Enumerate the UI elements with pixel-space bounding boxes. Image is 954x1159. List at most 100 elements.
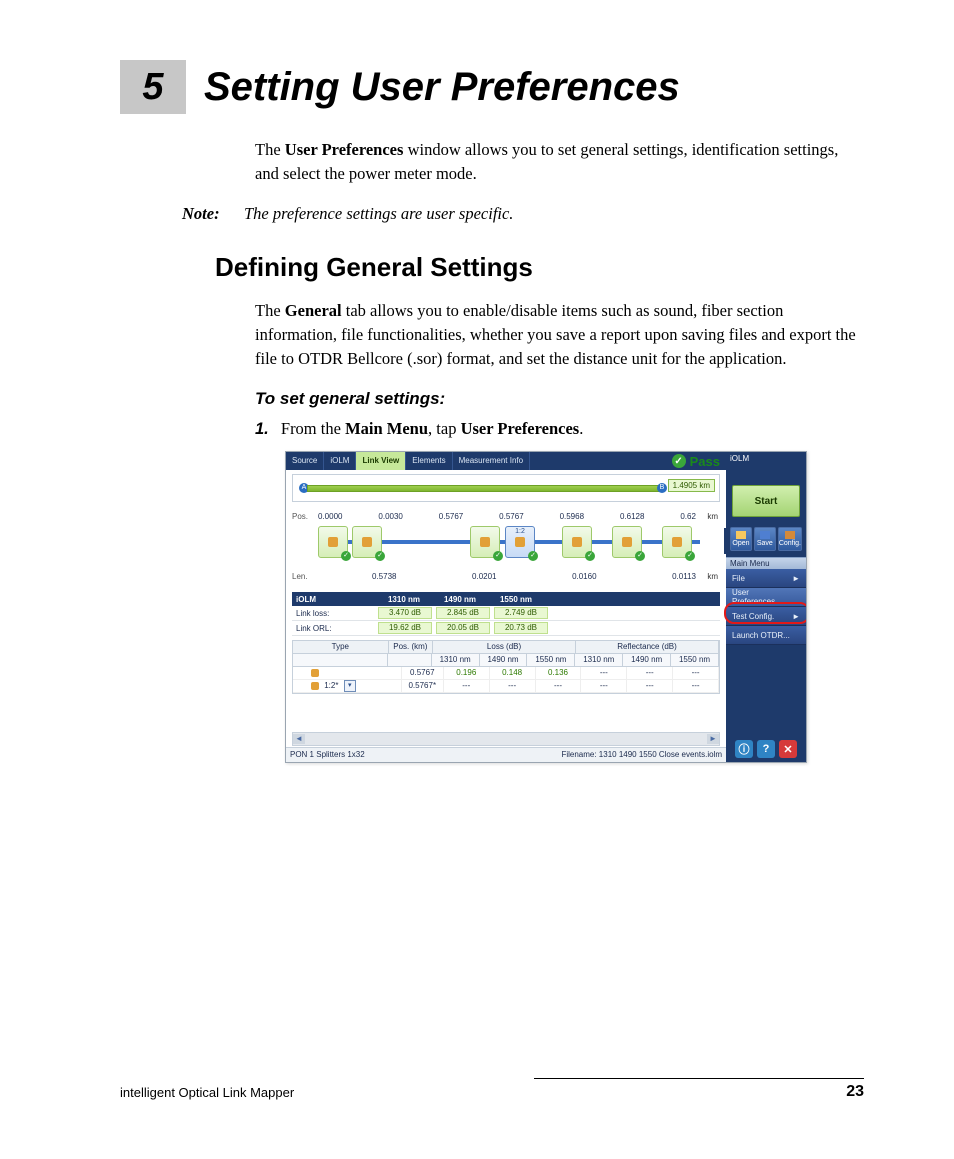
event-node[interactable]: ✓ [562, 526, 592, 558]
note-label: Note: [182, 204, 244, 224]
text: . [579, 419, 583, 438]
info-button[interactable]: ⓘ [735, 740, 753, 758]
event-node[interactable]: ✓ [352, 526, 382, 558]
cell-ref: --- [627, 680, 673, 692]
len-val: 0.0201 [472, 572, 496, 582]
save-icon [760, 531, 770, 539]
menu-file[interactable]: File ► [726, 569, 806, 588]
term-user-preferences: User Preferences [285, 140, 404, 159]
cell-loss: --- [444, 680, 490, 692]
link-orl-label: Link ORL: [292, 624, 376, 633]
col-loss: Loss (dB) [433, 641, 576, 653]
link-orl-val: 19.62 dB [378, 622, 432, 634]
menu-test-config[interactable]: Test Config. ► [726, 607, 806, 626]
cell-loss: 0.148 [490, 667, 536, 679]
wl-col: 1310 nm [575, 654, 623, 666]
procedure-heading: To set general settings: [255, 389, 864, 409]
scroll-left-button[interactable]: ◄ [293, 734, 305, 744]
pass-tick-icon: ✓ [635, 551, 645, 561]
wl-col: 1550 nm [671, 654, 719, 666]
chevron-right-icon: ► [792, 612, 800, 621]
open-button[interactable]: Open [730, 527, 752, 551]
connector-icon [328, 537, 338, 547]
wl-col: 1490 nm [623, 654, 671, 666]
tab-link-view[interactable]: Link View [356, 452, 406, 470]
horizontal-scrollbar[interactable]: ◄ ► [292, 732, 720, 746]
side-toolbar: Open Save Config. [730, 527, 802, 551]
event-node-selected[interactable]: 1:2 ✓ [505, 526, 535, 558]
tab-bar: Source iOLM Link View Elements Measureme… [286, 452, 726, 470]
text: , tap [428, 419, 461, 438]
pos-val: 0.0000 [318, 512, 342, 522]
pos-val: 0.5968 [560, 512, 584, 522]
label: Test Config. [732, 612, 774, 621]
events-table: Type Pos. (km) Loss (dB) Reflectance (dB… [292, 640, 720, 694]
menu-user-preferences[interactable]: User Preferences... [726, 588, 806, 607]
wl-col: 1550 nm [527, 654, 575, 666]
link-orl-val: 20.05 dB [436, 622, 490, 634]
events-row: Pos. Len. km km 0.0000 0.0030 0.5767 0.5… [292, 510, 720, 584]
pos-val: 0.5767 [499, 512, 523, 522]
connector-icon [362, 537, 372, 547]
menu-launch-otdr[interactable]: Launch OTDR... [726, 626, 806, 645]
len-label: Len. [292, 572, 308, 581]
label: Config. [779, 540, 801, 547]
main-menu-title: Main Menu [726, 557, 806, 569]
note-row: Note: The preference settings are user s… [182, 204, 864, 224]
cell-ref: --- [581, 680, 627, 692]
splitter-icon [515, 537, 525, 547]
pass-tick-icon: ✓ [375, 551, 385, 561]
connector-icon [480, 537, 490, 547]
term-user-preferences: User Preferences [461, 419, 580, 438]
config-icon [785, 531, 795, 539]
app-main-panel: Source iOLM Link View Elements Measureme… [286, 452, 726, 762]
tab-measurement-info[interactable]: Measurement Info [453, 452, 530, 470]
term-general: General [285, 301, 342, 320]
side-app-label: iOLM [726, 452, 806, 465]
config-button[interactable]: Config. [778, 527, 802, 551]
cell-loss: 0.196 [444, 667, 490, 679]
link-loss-val: 2.845 dB [436, 607, 490, 619]
folder-open-icon [736, 531, 746, 539]
event-node[interactable]: ✓ [662, 526, 692, 558]
splitter-icon [311, 682, 319, 690]
link-distance-badge: 1.4905 km [668, 479, 715, 492]
endpoint-b-icon: B [657, 483, 667, 493]
tab-iolm[interactable]: iOLM [324, 452, 356, 470]
help-button[interactable]: ? [757, 740, 775, 758]
link-overview-strip[interactable]: A B 1.4905 km [292, 474, 720, 502]
event-node[interactable]: ✓ [612, 526, 642, 558]
event-node[interactable]: ✓ [318, 526, 348, 558]
general-paragraph: The General tab allows you to enable/dis… [255, 299, 864, 371]
len-val: 0.5738 [372, 572, 396, 582]
tab-source[interactable]: Source [286, 452, 324, 470]
chapter-title: Setting User Preferences [204, 65, 680, 110]
tab-elements[interactable]: Elements [406, 452, 452, 470]
text: tab allows you to enable/disable items s… [255, 301, 856, 368]
cell-ref: --- [673, 667, 719, 679]
link-bar [307, 485, 659, 492]
pos-val: 0.0030 [378, 512, 402, 522]
cell-pos: 0.5767 [402, 667, 444, 679]
event-node[interactable]: ✓ [470, 526, 500, 558]
table-row[interactable]: 1:2* ▾ 0.5767* --- --- --- --- --- --- [293, 680, 719, 693]
link-loss-val: 2.749 dB [494, 607, 548, 619]
section-heading: Defining General Settings [215, 252, 864, 283]
link-loss-label: Link loss: [292, 609, 376, 618]
save-button[interactable]: Save [754, 527, 776, 551]
iolm-title: iOLM [296, 595, 376, 604]
table-row[interactable]: 0.5767 0.196 0.148 0.136 --- --- --- [293, 667, 719, 680]
app-side-panel: iOLM Start Open Save Config. Main Menu F… [726, 452, 806, 762]
len-values: 0.5738 0.0201 0.0160 0.0113 [372, 572, 696, 582]
link-orl-val: 20.73 dB [494, 622, 548, 634]
start-button[interactable]: Start [732, 485, 800, 517]
connector-icon [622, 537, 632, 547]
scroll-right-button[interactable]: ► [707, 734, 719, 744]
type-dropdown[interactable]: ▾ [344, 680, 356, 692]
pass-status: ✓ Pass [672, 452, 720, 470]
close-button[interactable]: ✕ [779, 740, 797, 758]
chapter-number-box: 5 [120, 60, 186, 114]
pass-tick-icon: ✓ [341, 551, 351, 561]
cell-type-label: 1:2* [324, 681, 338, 690]
link-loss-row: Link loss: 3.470 dB 2.845 dB 2.749 dB [292, 606, 720, 621]
